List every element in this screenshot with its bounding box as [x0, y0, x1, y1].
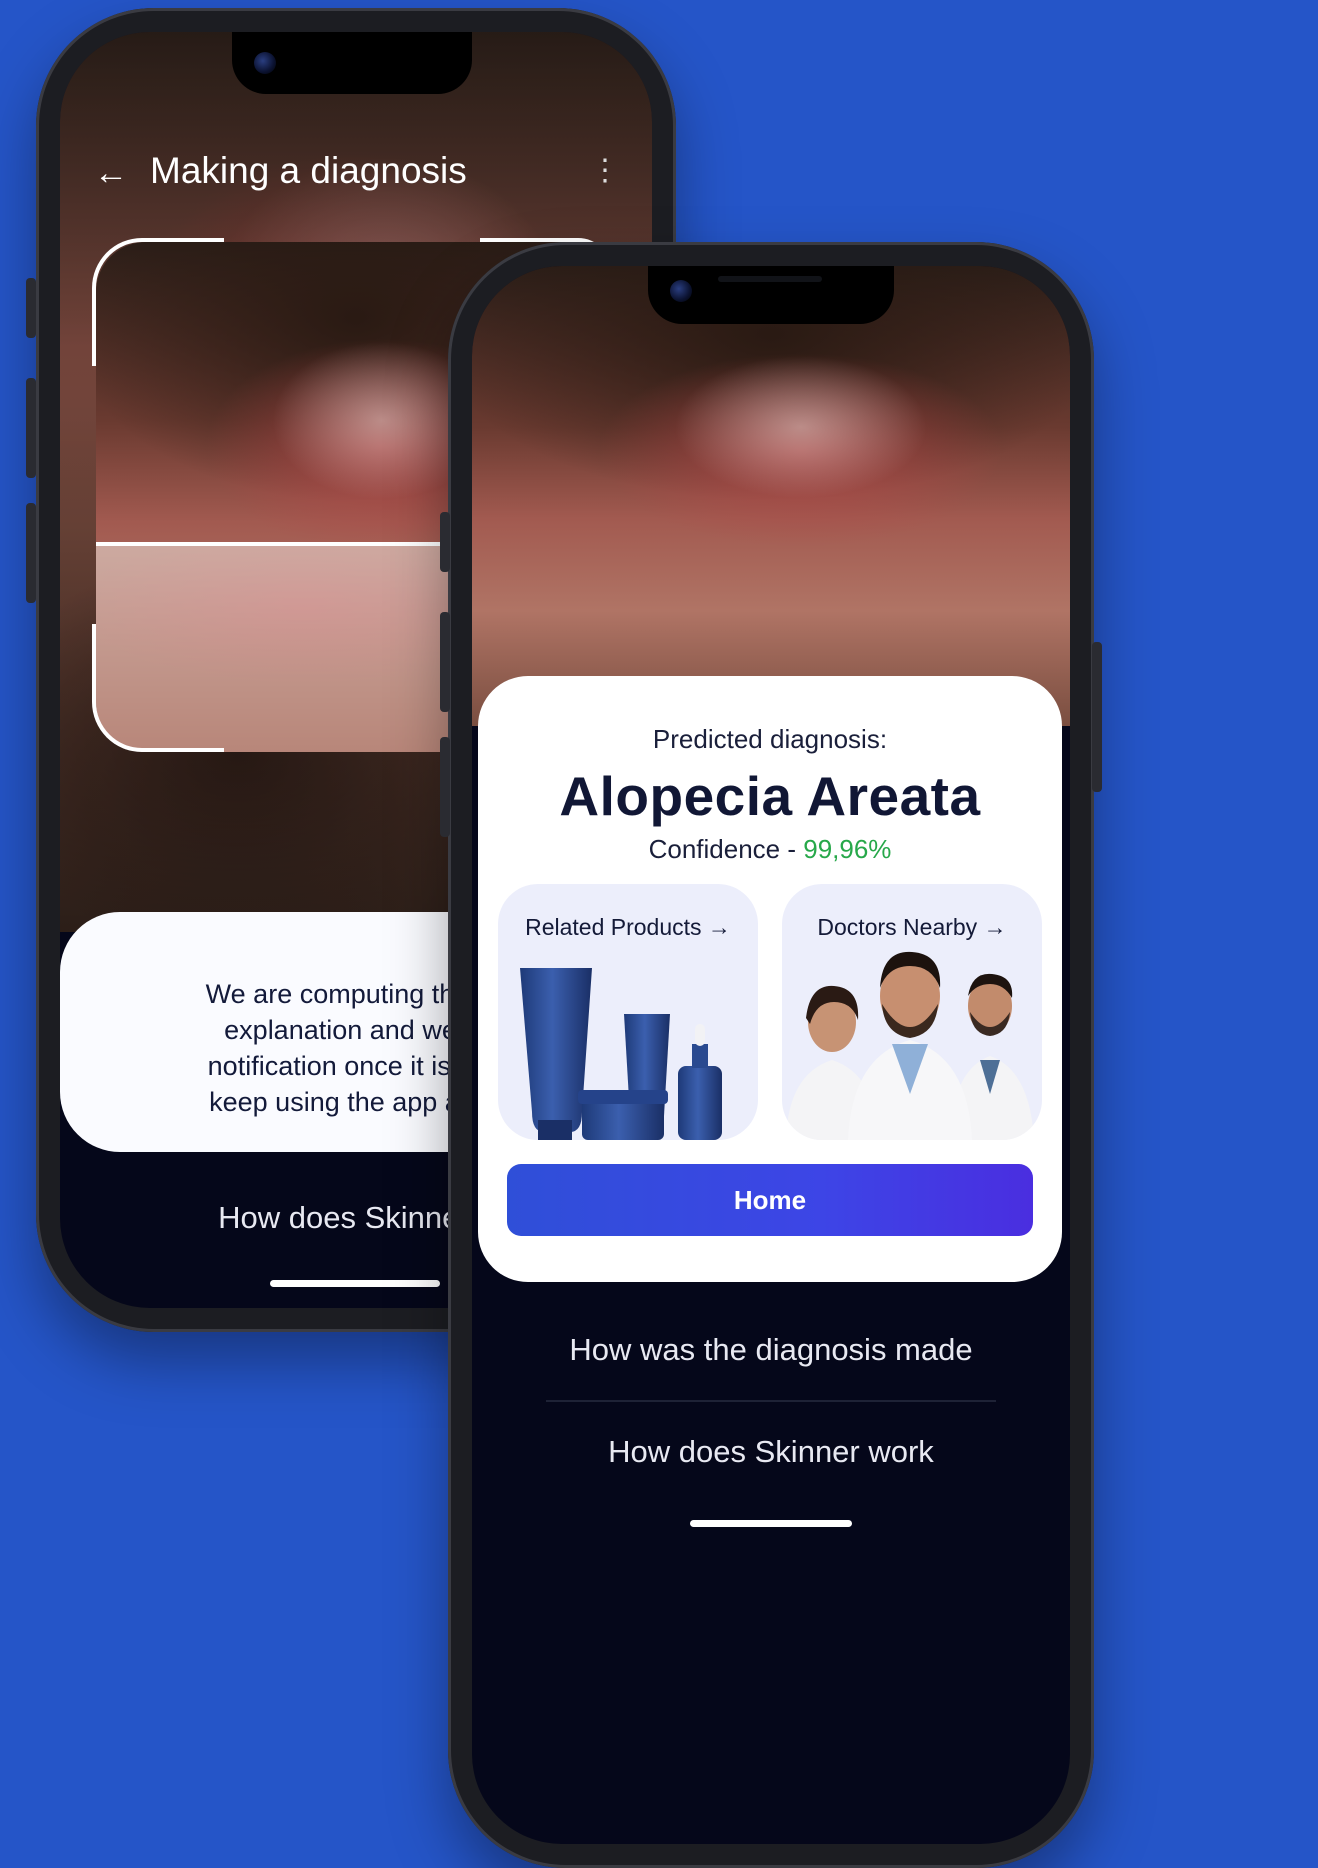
- volume-down-button: [440, 737, 450, 837]
- diagnosis-name: Alopecia Areata: [559, 765, 981, 827]
- doctors-image: [786, 951, 1034, 1140]
- arrow-left-icon[interactable]: ←: [94, 156, 128, 190]
- predicted-diagnosis-label: Predicted diagnosis:: [652, 724, 888, 754]
- scan-frame-corner-bl: [92, 624, 224, 752]
- home-indicator: [270, 1280, 440, 1287]
- volume-down-button: [26, 503, 36, 603]
- how-diagnosis-made-link[interactable]: How was the diagnosis made: [472, 1332, 1070, 1368]
- back-notch: [232, 32, 472, 94]
- confidence-label: Confidence -: [648, 834, 804, 864]
- doctors-nearby-tile[interactable]: Doctors Nearby →: [782, 884, 1042, 1140]
- volume-up-button: [440, 612, 450, 712]
- scan-frame-corner-tl: [92, 238, 224, 366]
- result-card: Predicted diagnosis: Alopecia Areata Con…: [478, 676, 1062, 1282]
- front-phone: Predicted diagnosis: Alopecia Areata Con…: [440, 242, 1102, 1868]
- how-skinner-works-link[interactable]: How does Skinner work: [472, 1434, 1070, 1470]
- home-button[interactable]: Home: [507, 1164, 1033, 1236]
- front-notch: [648, 266, 894, 324]
- power-button: [1092, 642, 1102, 792]
- home-indicator: [690, 1520, 852, 1527]
- more-vertical-icon[interactable]: ⋮: [590, 156, 620, 186]
- mute-switch: [26, 278, 36, 338]
- mute-switch: [440, 512, 450, 572]
- page-title: Making a diagnosis: [150, 150, 467, 191]
- product-bottles-image: [520, 968, 722, 1140]
- confidence-value: 99,96%: [803, 834, 892, 864]
- confidence-line: Confidence - 99,96%: [478, 834, 1062, 865]
- scalp-photo: [472, 266, 1070, 726]
- related-products-tile[interactable]: Related Products →: [498, 884, 758, 1140]
- divider: [546, 1400, 996, 1402]
- front-screen: Predicted diagnosis: Alopecia Areata Con…: [472, 266, 1070, 1844]
- volume-up-button: [26, 378, 36, 478]
